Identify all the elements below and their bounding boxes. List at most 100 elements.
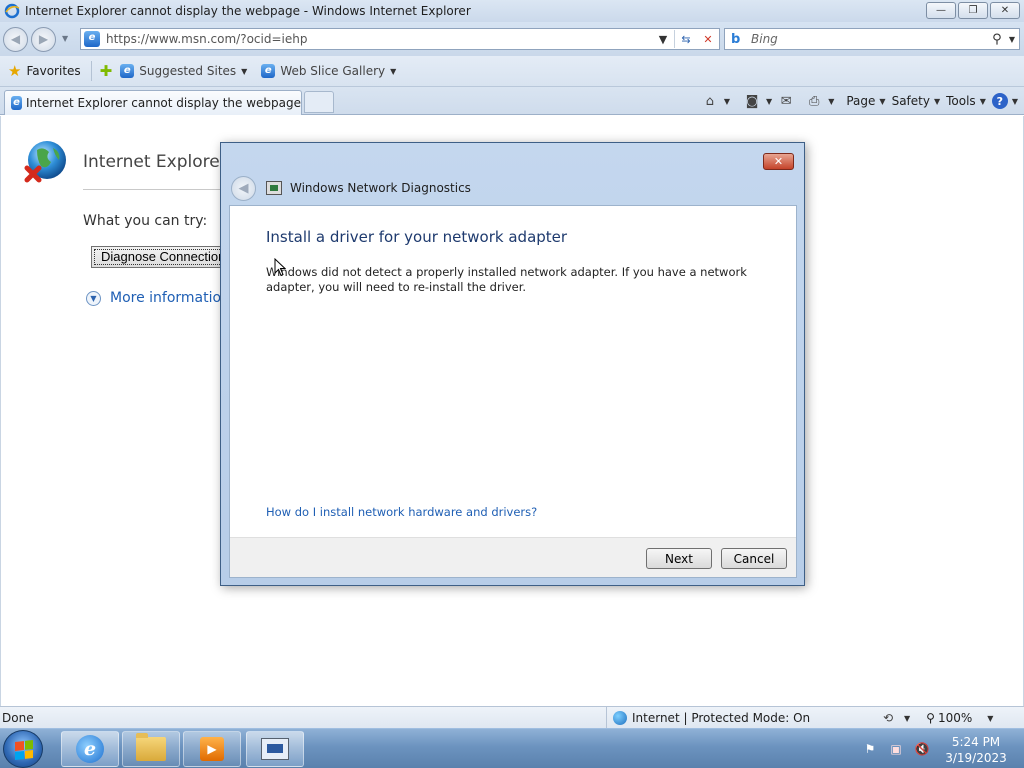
web-slice-gallery-link[interactable]: e Web Slice Gallery ▼ [261,64,396,78]
address-dropdown-button[interactable]: ▼ [652,29,674,49]
tab-title: Internet Explorer cannot display the web… [26,96,301,110]
safety-menu[interactable]: Safety ▼ [892,94,941,108]
install-drivers-help-link[interactable]: How do I install network hardware and dr… [266,505,537,519]
taskbar-explorer-button[interactable] [122,731,180,767]
suggested-sites-label: Suggested Sites [139,64,237,78]
dialog-footer: Next Cancel [230,537,796,577]
new-tab-button[interactable] [304,91,334,113]
network-disconnected-icon[interactable]: ▣ [888,741,904,757]
restore-button[interactable]: ❐ [958,2,988,19]
taskbar-network-diagnostics-button[interactable] [246,731,304,767]
ie-page-icon: e [261,64,276,78]
back-button[interactable]: ◀ [3,27,28,52]
taskbar-media-player-button[interactable]: ▶ [183,731,241,767]
bing-icon: b [731,31,741,47]
chevron-down-icon: ▼ [1011,96,1018,106]
address-url[interactable]: https://www.msn.com/?ocid=iehp [106,32,652,46]
page-menu[interactable]: Page ▼ [846,94,885,108]
media-player-icon: ▶ [200,737,224,761]
favorites-button[interactable]: ★ Favorites [8,62,81,80]
zoom-level: 100% [937,711,973,725]
taskbar: e ▶ ⚑ ▣ 🔇 5:24 PM 3/19/2023 [0,728,1024,768]
search-input[interactable]: Bing [751,32,985,46]
chevron-down-icon: ▼ [987,713,994,723]
search-icon[interactable]: ⚲ [985,32,1009,47]
volume-muted-icon[interactable]: 🔇 [914,741,930,757]
add-favorite-button[interactable]: ✚ [100,62,113,80]
minimize-button[interactable]: — [926,2,956,19]
chevron-down-icon: ▼ [390,66,397,76]
favorites-label: Favorites [26,64,81,78]
action-center-flag-icon[interactable]: ⚑ [862,741,878,757]
page-ie-icon: e [84,31,100,47]
network-diagnostics-icon [261,738,289,760]
refresh-icon[interactable]: ⇆ [675,29,697,49]
dialog-close-button[interactable]: ✕ [763,153,794,170]
ie-page-icon: e [120,64,135,78]
tab-row: e Internet Explorer cannot display the w… [0,87,1024,115]
print-icon[interactable]: ⎙ [806,93,822,109]
tab-active[interactable]: e Internet Explorer cannot display the w… [4,90,302,115]
dialog-message: Windows did not detect a properly instal… [266,265,747,294]
what-you-can-try-label: What you can try: [83,213,208,229]
more-information-toggle[interactable]: ▼ More information [86,290,230,306]
forward-button[interactable]: ▶ [31,27,56,52]
favorites-separator [90,61,92,81]
tools-menu[interactable]: Tools ▼ [946,94,986,108]
zoom-control[interactable]: ⚲ 100% ▼ [926,711,993,725]
windows-logo-icon [15,740,33,760]
dialog-body: Install a driver for your network adapte… [229,205,797,578]
clock-date: 3/19/2023 [945,751,1007,765]
status-bar: Done Internet | Protected Mode: On ⟲ ▼ ⚲… [0,706,1024,729]
tab-ie-icon: e [11,96,23,110]
security-zone-label: Internet | Protected Mode: On [632,711,811,725]
stop-icon[interactable]: ✕ [697,29,719,49]
status-text: Done [2,710,34,725]
more-information-label: More information [110,290,230,306]
system-clock[interactable]: 5:24 PM 3/19/2023 [936,734,1016,766]
network-diagnostics-dialog: ✕ ◀ Windows Network Diagnostics Install … [220,142,805,586]
close-button[interactable]: ✕ [990,2,1020,19]
add-favorite-icon: ✚ [99,62,113,80]
dialog-back-button[interactable]: ◀ [231,175,256,201]
protected-mode-icon[interactable]: ⟲ [880,710,896,726]
recent-pages-dropdown[interactable]: ▼ [62,34,68,43]
help-icon: ? [991,93,1008,109]
star-icon: ★ [8,62,22,80]
address-bar[interactable]: e https://www.msn.com/?ocid=iehp ▼ ⇆ ✕ [80,28,720,50]
search-options-dropdown[interactable]: ▼ [1009,35,1015,44]
chevron-down-icon[interactable]: ▼ [904,714,910,723]
dialog-heading: Install a driver for your network adapte… [266,228,568,246]
safety-menu-label: Safety [891,94,930,108]
feeds-dropdown[interactable]: ▼ [766,97,772,106]
mail-icon[interactable]: ✉ [778,93,794,109]
next-button[interactable]: Next [646,548,712,569]
print-dropdown[interactable]: ▼ [828,97,834,106]
window-controls: — ❐ ✕ [926,2,1020,19]
system-tray: ⚑ ▣ 🔇 [862,729,930,768]
favorites-bar: ★ Favorites ✚ e Suggested Sites ▼ e Web … [0,56,1024,87]
page-menu-label: Page [846,94,876,108]
chevron-down-icon: ▼ [879,96,886,106]
cancel-button[interactable]: Cancel [721,548,787,569]
chevron-down-icon: ▼ [933,96,941,106]
globe-error-icon [24,141,66,183]
clock-time: 5:24 PM [951,735,1001,749]
security-zone[interactable]: Internet | Protected Mode: On [606,707,810,729]
help-menu[interactable]: ? ▼ [991,93,1018,109]
navigation-bar: ◀ ▶ ▼ e https://www.msn.com/?ocid=iehp ▼… [0,22,1024,56]
internet-zone-icon [613,711,627,725]
mouse-cursor-icon [274,258,286,277]
diagnose-connection-button[interactable]: Diagnose Connection Problems [91,246,241,268]
search-box[interactable]: b Bing ⚲ ▼ [724,28,1020,50]
taskbar-ie-button[interactable]: e [61,731,119,767]
forward-arrow-icon: ▶ [38,32,49,46]
chevron-down-icon: ▼ [979,96,986,106]
zoom-icon: ⚲ [926,711,935,725]
home-icon[interactable]: ⌂ [702,93,718,109]
home-dropdown[interactable]: ▼ [724,97,730,106]
feeds-icon[interactable]: ◙ [744,93,760,109]
suggested-sites-link[interactable]: e Suggested Sites ▼ [120,64,247,78]
start-button[interactable] [3,730,43,768]
window-titlebar: Internet Explorer cannot display the web… [0,0,1024,22]
